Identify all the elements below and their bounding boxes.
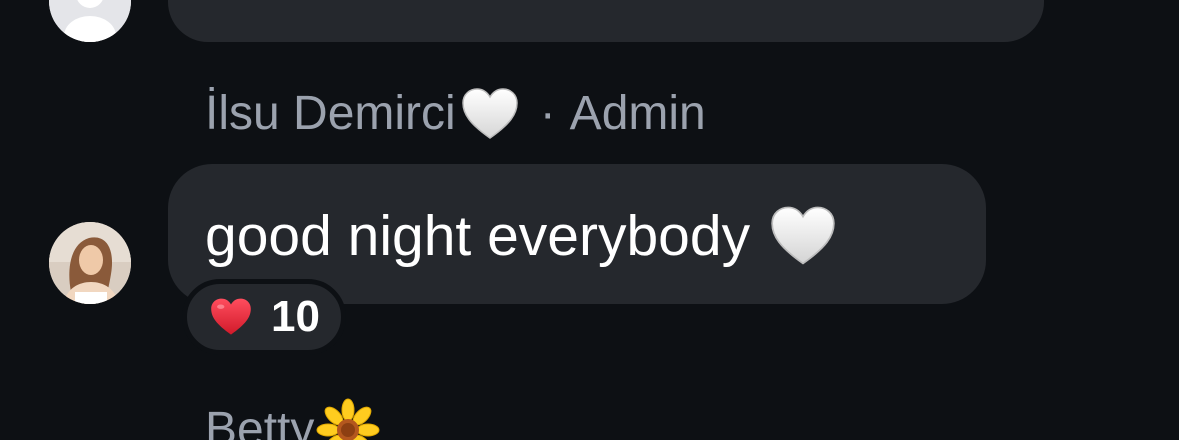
header-separator: · [539, 87, 556, 140]
message-text: good night everybody [205, 204, 751, 268]
next-message-header: Betty [205, 398, 380, 440]
chat-view: İlsu Demirci · Admin good night everybod… [0, 0, 1179, 440]
sender-role-badge: Admin [569, 87, 706, 140]
reaction-pill[interactable]: 10 [182, 279, 346, 355]
message-header: İlsu Demirci · Admin [205, 84, 706, 144]
previous-message-bubble[interactable] [168, 0, 1044, 42]
sender-name[interactable]: İlsu Demirci [205, 84, 456, 144]
sunflower-icon [316, 398, 380, 440]
previous-sender-avatar[interactable] [49, 0, 131, 42]
reaction-count: 10 [271, 292, 320, 341]
white-heart-icon [460, 86, 520, 142]
default-user-avatar-icon [49, 0, 131, 42]
next-sender-name[interactable]: Betty [205, 400, 314, 440]
white-heart-icon [768, 204, 838, 268]
sender-avatar[interactable] [49, 222, 131, 304]
message-content: good night everybody [205, 200, 838, 272]
profile-photo [49, 222, 131, 304]
red-heart-icon [209, 296, 253, 338]
